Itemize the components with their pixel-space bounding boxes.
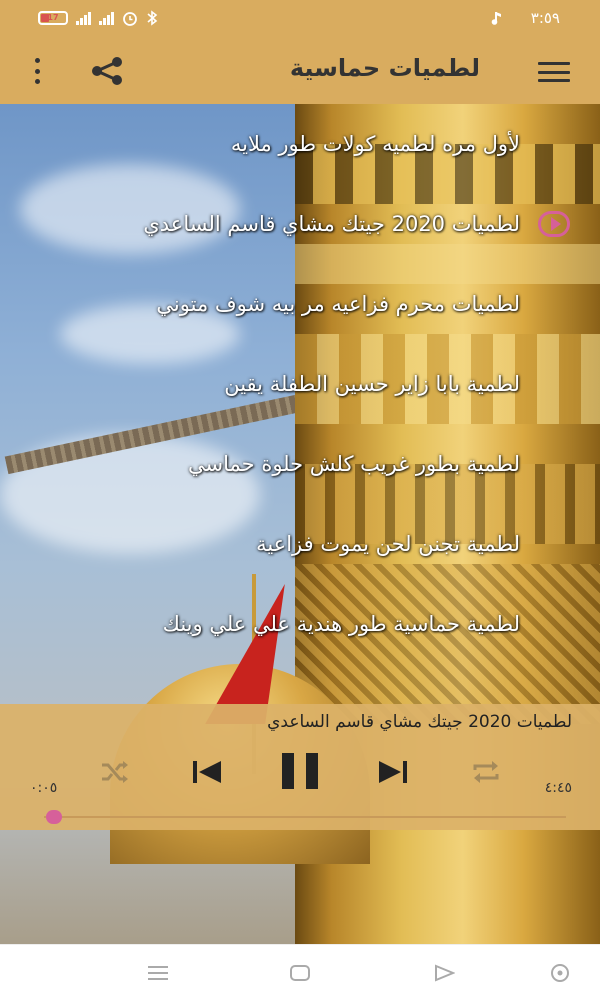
- app-title: لطميات حماسية: [289, 54, 480, 82]
- seek-thumb[interactable]: [46, 810, 63, 824]
- song-list-item[interactable]: لطمية بطور غريب كلش حلوة حماسي: [20, 434, 520, 494]
- assistant-button[interactable]: [548, 963, 572, 983]
- recent-apps-icon: [148, 966, 168, 980]
- home-icon: [290, 965, 310, 981]
- previous-button[interactable]: [188, 752, 226, 792]
- battery-icon: 17: [38, 11, 68, 25]
- song-list-item[interactable]: لأول مره لطميه كولات طور ملايه: [20, 114, 520, 174]
- more-vert-icon[interactable]: [32, 58, 42, 84]
- status-icons-right: ٣:٥٩: [491, 9, 560, 27]
- song-title: لأول مره لطميه كولات طور ملايه: [230, 132, 520, 156]
- clock: ٣:٥٩: [530, 9, 560, 27]
- share-icon[interactable]: [90, 56, 124, 86]
- song-title: لطمية حماسية طور هندية علي علي وينك: [162, 612, 520, 636]
- pause-icon: [282, 753, 318, 789]
- alarm-icon: [123, 12, 137, 26]
- back-button[interactable]: [432, 963, 456, 983]
- player-panel: لطميات 2020 جيتك مشاي قاسم الساعدي ٠:٠٥ …: [0, 704, 600, 830]
- repeat-icon: [473, 761, 499, 783]
- song-title: لطمية تجنن لحن يموت فزاعية: [256, 532, 520, 556]
- signal-icon: [99, 11, 114, 25]
- song-list-item[interactable]: لطميات 2020 جيتك مشاي قاسم الساعدي: [20, 194, 520, 254]
- app-bar: لطميات حماسية: [0, 38, 600, 104]
- song-list-item[interactable]: لطمية بابا زاير حسين الطفلة يقين: [20, 354, 520, 414]
- music-note-icon: [491, 12, 501, 25]
- next-button[interactable]: [374, 752, 412, 792]
- song-title: لطميات 2020 جيتك مشاي قاسم الساعدي: [143, 212, 520, 236]
- bluetooth-icon: [147, 10, 158, 26]
- seek-bar[interactable]: [44, 816, 566, 818]
- song-title: لطمية بابا زاير حسين الطفلة يقين: [224, 372, 520, 396]
- song-list-item[interactable]: لطمية تجنن لحن يموت فزاعية: [20, 514, 520, 574]
- song-list-item[interactable]: لطمية حماسية طور هندية علي علي وينك: [20, 594, 520, 654]
- shuffle-button[interactable]: [96, 752, 132, 792]
- pause-button[interactable]: [276, 746, 324, 796]
- signal-icon: [76, 11, 91, 25]
- song-title: لطميات محرم فزاعيه مر بيه شوف متوني: [156, 292, 520, 316]
- now-playing-icon: [538, 211, 570, 237]
- home-button[interactable]: [288, 963, 312, 983]
- battery-level: 17: [47, 13, 59, 22]
- back-icon: [435, 964, 455, 982]
- status-bar: 17 ٣:٥٩: [0, 0, 600, 38]
- song-list-item[interactable]: لطميات محرم فزاعيه مر بيه شوف متوني: [20, 274, 520, 334]
- skip-previous-icon: [193, 761, 221, 783]
- menu-icon[interactable]: [538, 62, 570, 82]
- recent-apps-button[interactable]: [146, 963, 170, 983]
- total-duration: ٤:٤٥: [544, 780, 572, 796]
- status-icons-left: 17: [38, 10, 158, 26]
- now-playing-title: لطميات 2020 جيتك مشاي قاسم الساعدي: [267, 712, 572, 732]
- assistant-icon: [551, 964, 569, 982]
- song-title: لطمية بطور غريب كلش حلوة حماسي: [188, 452, 520, 476]
- elapsed-time: ٠:٠٥: [30, 780, 58, 796]
- skip-next-icon: [379, 761, 407, 783]
- song-list: لأول مره لطميه كولات طور ملايه لطميات 202…: [0, 104, 600, 704]
- system-nav-bar: [0, 944, 600, 1000]
- shuffle-icon: [102, 761, 128, 783]
- repeat-button[interactable]: [468, 752, 504, 792]
